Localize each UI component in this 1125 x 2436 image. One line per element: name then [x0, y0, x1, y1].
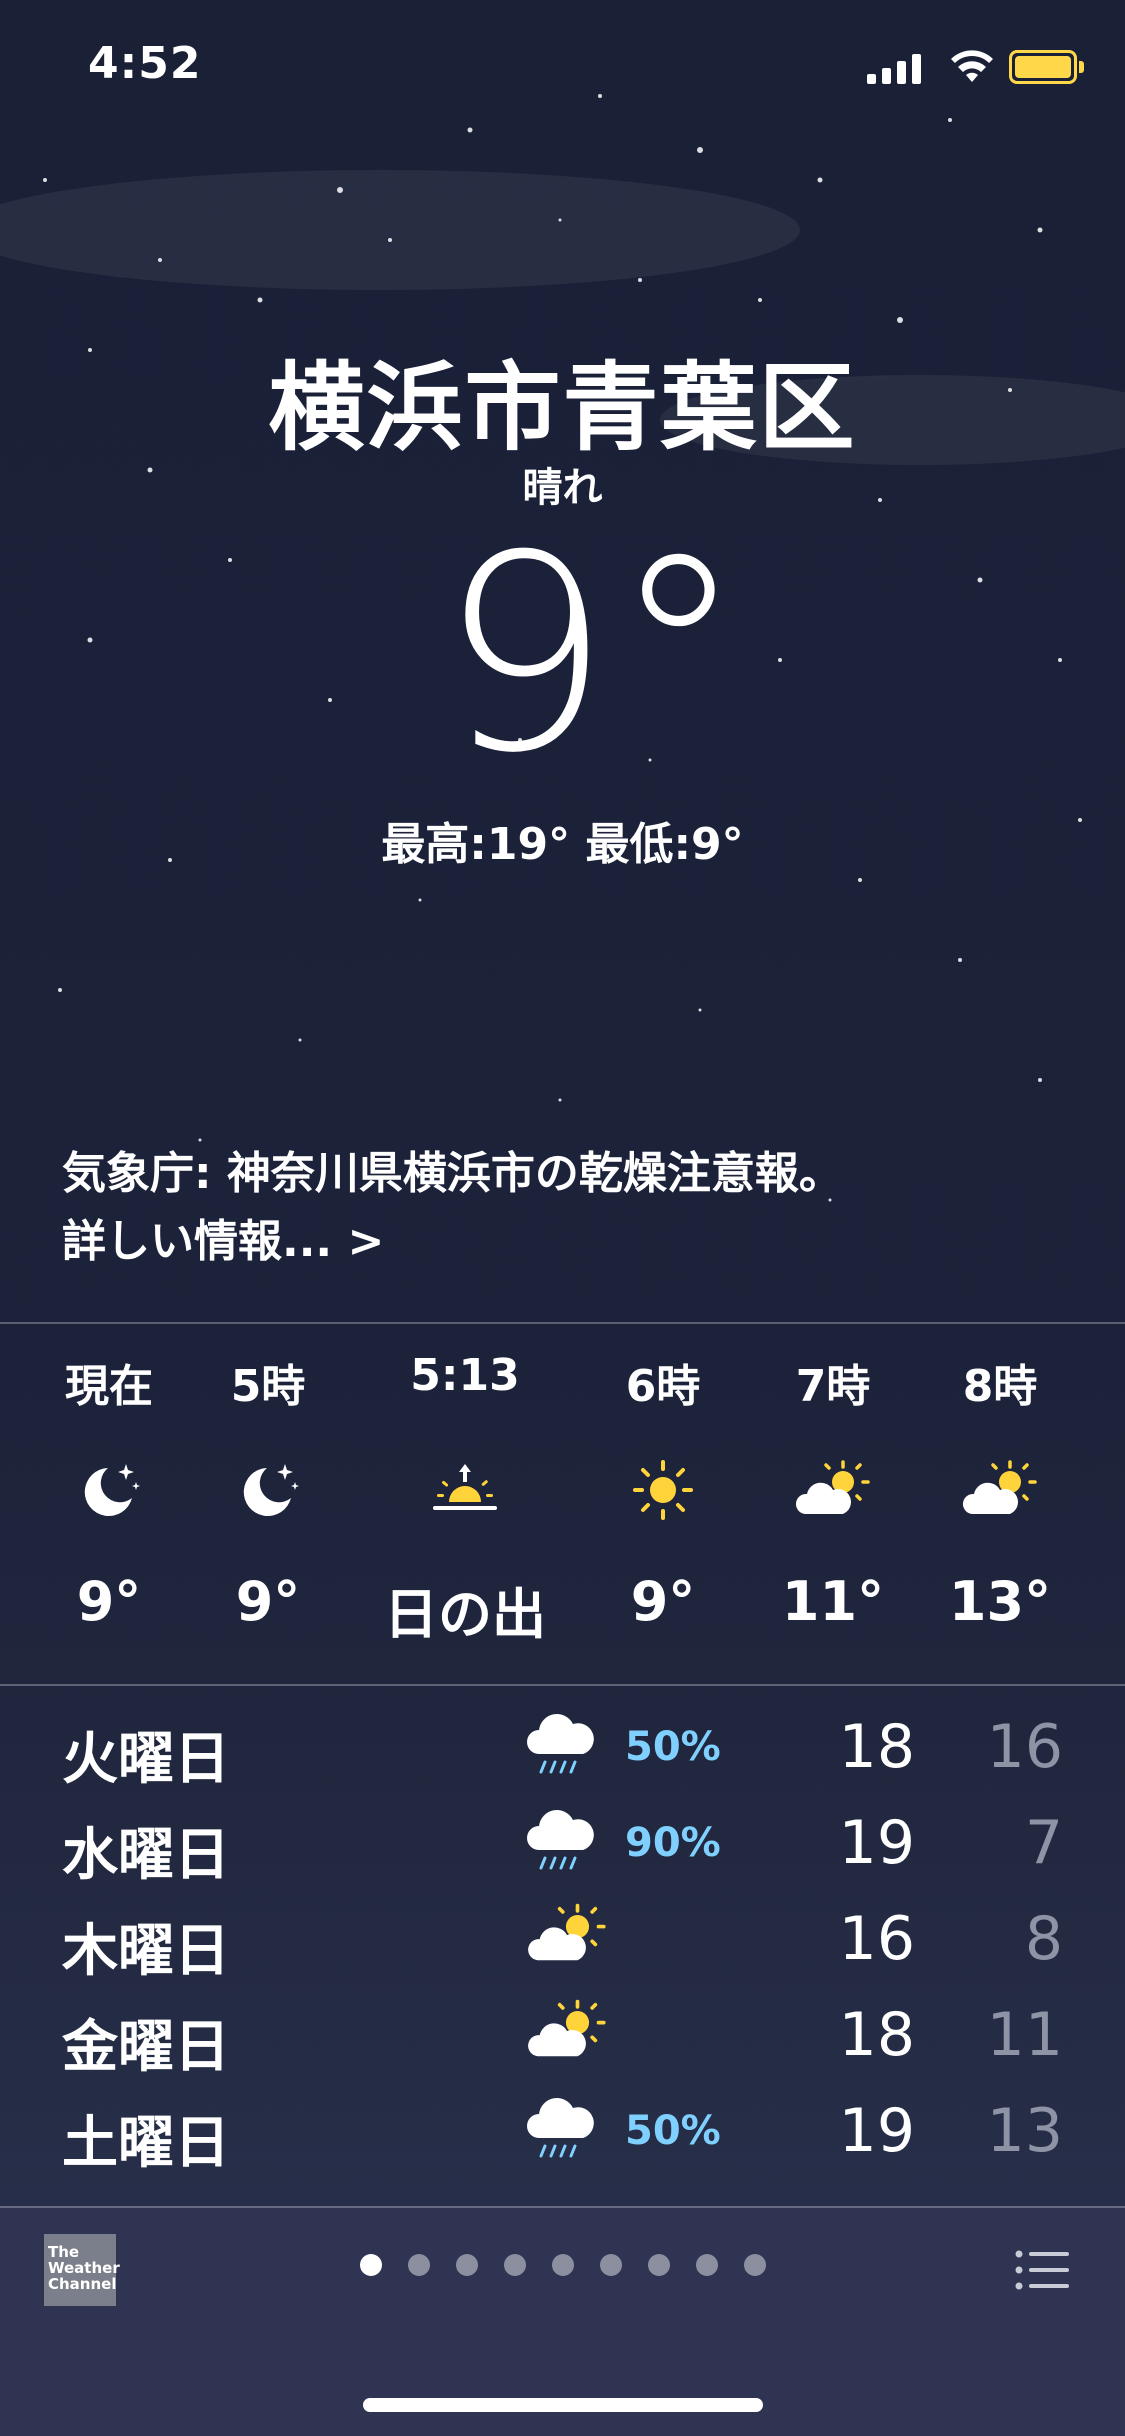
hour-label: 6時: [625, 1361, 701, 1412]
hourly-item: 5:13 日の出: [375, 1350, 555, 1649]
hour-temp: 9°: [76, 1570, 142, 1633]
hourly-item: 現在 9°: [24, 1350, 194, 1633]
page-dot[interactable]: [551, 2254, 574, 2276]
hourly-item: 7時 11°: [748, 1350, 918, 1633]
page-dot[interactable]: [407, 2254, 430, 2276]
hour-temp: 11°: [781, 1570, 885, 1633]
daily-row: 土曜日 50% 19 13: [0, 2084, 1125, 2180]
weather-alert[interactable]: 気象庁: 神奈川県横浜市の乾燥注意報。 詳しい情報... >: [62, 1140, 843, 1276]
daily-row: 火曜日 50% 18 16: [0, 1700, 1125, 1796]
alert-text: 気象庁: 神奈川県横浜市の乾燥注意報。: [62, 1148, 843, 1199]
high-temp: 16: [838, 1904, 915, 1974]
hourly-item: 5時 9°: [183, 1350, 353, 1633]
divider: [0, 1322, 1125, 1324]
hour-label: 5時: [230, 1361, 306, 1412]
low-temp: 11: [986, 2000, 1063, 2070]
divider: [0, 1684, 1125, 1686]
daily-row: 金曜日 18 11: [0, 1988, 1125, 2084]
alert-more-link[interactable]: 詳しい情報... >: [62, 1208, 384, 1276]
city-name: 横浜市青葉区: [268, 352, 857, 464]
hourly-item: 6時 9°: [578, 1350, 748, 1633]
sun-icon: [633, 1460, 693, 1520]
hour-label: 現在: [65, 1361, 153, 1412]
wifi-icon: [951, 50, 993, 82]
cellular-signal-icon: [867, 54, 921, 84]
precip-chance: 50%: [625, 1724, 721, 1770]
high-temp: 19: [838, 2096, 915, 2166]
daily-row: 木曜日 16 8: [0, 1892, 1125, 1988]
hour-temp: 9°: [235, 1570, 301, 1633]
page-dot[interactable]: [455, 2254, 478, 2276]
daily-row: 水曜日 90% 19 7: [0, 1796, 1125, 1892]
rain-icon: [527, 2098, 594, 2158]
day-name: 木曜日: [62, 1919, 230, 1984]
page-dot[interactable]: [599, 2254, 622, 2276]
day-name: 土曜日: [62, 2111, 230, 2176]
page-indicator[interactable]: [0, 2254, 1125, 2280]
low-temp: 16: [986, 1712, 1063, 1782]
day-name: 金曜日: [62, 2015, 230, 2080]
low-temp: 13: [986, 2096, 1063, 2166]
hour-temp: 9°: [630, 1570, 696, 1633]
high-low-temperature: 最高:19° 最低:9°: [381, 819, 744, 870]
low-temp: 8: [1024, 1904, 1063, 1974]
rain-icon: [527, 1714, 594, 1774]
partly-cloudy-icon: [528, 1903, 606, 1961]
hour-label: 5:13: [410, 1350, 520, 1401]
high-temp: 18: [838, 1712, 915, 1782]
hourly-item: 8時 13°: [915, 1350, 1085, 1633]
status-bar: 4:52: [0, 0, 1125, 140]
partly-cloudy-icon: [795, 1460, 870, 1514]
battery-icon: [1009, 50, 1084, 84]
sunrise-icon: [433, 1464, 497, 1510]
low-temp: 7: [1024, 1808, 1063, 1878]
moon-stars-icon: [84, 1464, 140, 1516]
high-temp: 19: [838, 1808, 915, 1878]
page-dot-active[interactable]: [359, 2254, 382, 2276]
day-name: 水曜日: [62, 1823, 230, 1888]
hour-temp: 13°: [948, 1570, 1052, 1633]
hour-label: 7時: [795, 1361, 871, 1412]
status-time: 4:52: [88, 38, 202, 89]
home-indicator[interactable]: [363, 2398, 763, 2412]
divider: [0, 2206, 1125, 2208]
page-dot[interactable]: [743, 2254, 766, 2276]
precip-chance: 50%: [625, 2108, 721, 2154]
page-dot[interactable]: [503, 2254, 526, 2276]
current-temperature: 9°: [439, 497, 746, 812]
moon-stars-icon: [243, 1464, 299, 1516]
list-icon[interactable]: [1015, 2250, 1069, 2290]
high-temp: 18: [838, 2000, 915, 2070]
page-dot[interactable]: [647, 2254, 670, 2276]
hour-temp: 日の出: [384, 1583, 546, 1646]
partly-cloudy-icon: [528, 1999, 606, 2057]
partly-cloudy-icon: [962, 1460, 1037, 1514]
page-dot[interactable]: [695, 2254, 718, 2276]
day-name: 火曜日: [62, 1727, 230, 1792]
rain-icon: [527, 1810, 594, 1870]
precip-chance: 90%: [625, 1820, 721, 1866]
hour-label: 8時: [962, 1361, 1038, 1412]
